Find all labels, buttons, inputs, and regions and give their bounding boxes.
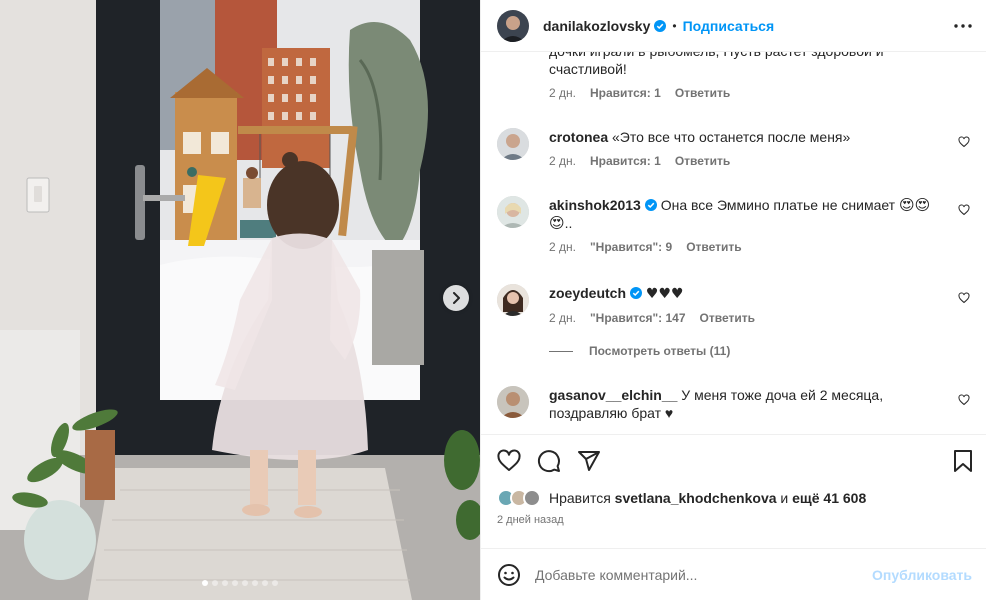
comment-body: ♥♥♥ — [645, 286, 684, 302]
likes-count-link[interactable]: ещё 41 608 — [792, 490, 866, 506]
likes-conjunction: и — [780, 490, 789, 506]
add-comment-bar: Опубликовать — [481, 548, 986, 600]
carousel-dot — [212, 580, 218, 586]
comment-body: дочки играли в рыбомель, Пусть растет зд… — [549, 52, 884, 77]
comment-meta: 2 дн. "Нравится": 147 Ответить — [549, 311, 970, 325]
comment-body: Она все Эммино платье не снимает — [660, 197, 896, 213]
verified-badge-icon — [644, 199, 657, 211]
post-header: danilakozlovsky • Подписаться — [481, 0, 986, 52]
comment-likes[interactable]: "Нравится": 9 — [590, 240, 672, 254]
commenter-username[interactable]: akinshok2013 — [549, 197, 641, 213]
commenter-username[interactable]: zoeydeutch — [549, 285, 626, 301]
carousel-dot — [222, 580, 228, 586]
comment-likes[interactable]: Нравится: 1 — [590, 154, 661, 168]
likes-user-link[interactable]: svetlana_khodchenkova — [615, 490, 777, 506]
comment-body-tail: .. — [564, 215, 573, 231]
comment-text: zoeydeutch ♥♥♥ — [549, 284, 948, 303]
comment-likes[interactable]: Нравится: 1 — [590, 86, 661, 100]
comment-input[interactable] — [535, 566, 873, 583]
likes-prefix: Нравится — [549, 490, 611, 506]
comment-text: дочки играли в рыбомель, Пусть растет зд… — [549, 52, 948, 78]
carousel-dot — [242, 580, 248, 586]
comment-time: 2 дн. — [549, 240, 576, 254]
verified-badge-icon — [654, 19, 667, 32]
comment-button[interactable] — [537, 449, 561, 473]
carousel-dot — [272, 580, 278, 586]
reply-button[interactable]: Ответить — [675, 86, 730, 100]
more-options-button[interactable] — [954, 23, 972, 28]
reply-button[interactable]: Ответить — [700, 311, 755, 325]
paper-plane-icon — [578, 450, 600, 471]
instagram-post-modal: danilakozlovsky • Подписаться дочки игра… — [0, 0, 986, 600]
like-button[interactable] — [497, 448, 521, 473]
comment-bubble-icon — [537, 449, 560, 472]
commenter-username[interactable]: crotonea — [549, 129, 608, 145]
comment-item: zoeydeutch ♥♥♥ 2 дн. "Нравится": 147 Отв… — [497, 284, 970, 325]
commenter-avatar[interactable] — [497, 196, 529, 228]
smiley-icon — [498, 563, 520, 586]
post-timestamp: 2 дней назад — [497, 514, 564, 526]
post-actions-bar — [481, 434, 986, 486]
author-username[interactable]: danilakozlovsky — [543, 18, 650, 34]
comment-time: 2 дн. — [549, 154, 576, 168]
comment-likes[interactable]: "Нравится": 147 — [590, 311, 686, 325]
follow-button[interactable]: Подписаться — [683, 18, 775, 34]
comment-text: gasanov__elchin__ У меня тоже доча ей 2 … — [549, 386, 948, 422]
author-avatar[interactable] — [497, 9, 529, 42]
comment-item: akinshok2013 Она все Эммино платье не сн… — [497, 196, 970, 254]
share-button[interactable] — [577, 449, 601, 473]
carousel-next-button[interactable] — [443, 285, 469, 311]
comment-time: 2 дн. — [549, 86, 576, 100]
save-button[interactable] — [952, 449, 974, 473]
comment-item: crotonea «Это все что останется после ме… — [497, 128, 970, 168]
likes-summary: Нравится svetlana_khodchenkova и ещё 41 … — [481, 486, 986, 510]
comment-body: «Это все что останется после меня» — [612, 129, 851, 145]
comment-emoji: 😍😍 — [898, 196, 931, 214]
carousel-dot — [202, 580, 208, 586]
reply-button[interactable]: Ответить — [675, 154, 730, 168]
post-photo[interactable] — [0, 0, 480, 600]
carousel-dot — [232, 580, 238, 586]
comment-like-heart-icon[interactable] — [958, 204, 970, 216]
commenter-username[interactable]: gasanov__elchin__ — [549, 387, 677, 403]
liker-avatars[interactable] — [497, 489, 541, 507]
publish-button[interactable]: Опубликовать — [872, 567, 972, 583]
comment-like-heart-icon[interactable] — [958, 394, 970, 406]
comment-like-heart-icon[interactable] — [958, 136, 970, 148]
commenter-avatar[interactable] — [497, 128, 529, 160]
heart-outline-icon — [497, 448, 521, 471]
carousel-indicator — [0, 580, 480, 586]
comment-item: дочки играли в рыбомель, Пусть растет зд… — [497, 52, 970, 100]
photo-girl-at-window — [0, 0, 480, 600]
bookmark-icon — [954, 449, 972, 472]
more-horizontal-icon — [954, 23, 972, 28]
view-replies-button[interactable]: Посмотреть ответы (11) — [549, 344, 730, 358]
comments-list[interactable]: дочки играли в рыбомель, Пусть растет зд… — [481, 52, 986, 434]
comment-time: 2 дн. — [549, 311, 576, 325]
reply-button[interactable]: Ответить — [686, 240, 741, 254]
carousel-dot — [262, 580, 268, 586]
comment-meta: 2 дн. "Нравится": 9 Ответить — [549, 240, 970, 254]
view-replies-label: Посмотреть ответы (11) — [589, 344, 731, 358]
comment-like-heart-icon[interactable] — [958, 292, 970, 304]
chevron-right-icon — [453, 292, 460, 304]
comment-meta: 2 дн. Нравится: 1 Ответить — [549, 86, 970, 100]
comment-emoji: 😍 — [549, 214, 565, 232]
post-side-panel: danilakozlovsky • Подписаться дочки игра… — [480, 0, 986, 600]
verified-badge-icon — [630, 287, 643, 299]
liker-avatar — [523, 489, 541, 507]
replies-divider — [549, 350, 573, 352]
commenter-avatar[interactable] — [497, 386, 529, 418]
carousel-dot — [252, 580, 258, 586]
header-separator: • — [672, 18, 677, 33]
comment-text: akinshok2013 Она все Эммино платье не сн… — [549, 196, 948, 232]
comment-item: gasanov__elchin__ У меня тоже доча ей 2 … — [497, 386, 970, 422]
emoji-picker-button[interactable] — [497, 563, 521, 587]
commenter-avatar[interactable] — [497, 284, 529, 316]
comment-text: crotonea «Это все что останется после ме… — [549, 128, 948, 146]
comment-meta: 2 дн. Нравится: 1 Ответить — [549, 154, 970, 168]
